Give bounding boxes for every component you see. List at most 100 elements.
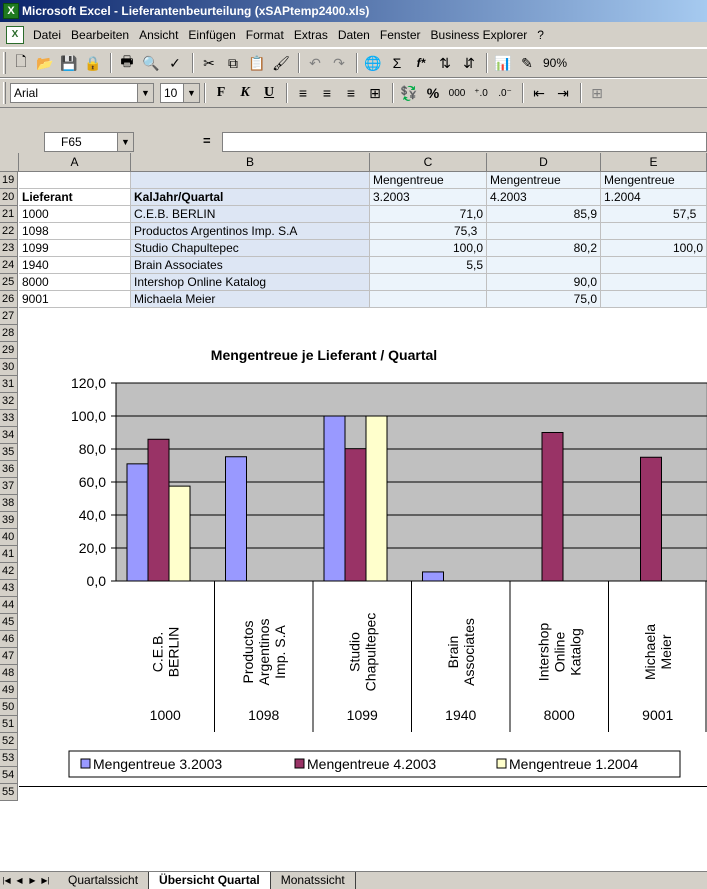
menu-business-explorer[interactable]: Business Explorer	[426, 28, 533, 42]
row-header-22[interactable]: 22	[0, 223, 18, 240]
thousands-button[interactable]: 000	[446, 82, 468, 104]
cell-a23[interactable]: 1099	[19, 240, 131, 257]
row-header-20[interactable]: 20	[0, 189, 18, 206]
cell-b20[interactable]: KalJahr/Quartal	[131, 189, 370, 206]
percent-button[interactable]: %	[422, 82, 444, 104]
select-all-corner[interactable]	[0, 153, 19, 172]
menu-ansicht[interactable]: Ansicht	[134, 28, 183, 42]
toolbar-grip[interactable]	[3, 82, 6, 104]
cell-d19[interactable]: Mengentreue	[487, 172, 601, 189]
row-header-28[interactable]: 28	[0, 325, 18, 342]
sheet-tab-monatssicht[interactable]: Monatssicht	[271, 872, 356, 889]
row-header-51[interactable]: 51	[0, 716, 18, 733]
cell-c25[interactable]	[370, 274, 487, 291]
cell-c20[interactable]: 3.2003	[370, 189, 487, 206]
last-sheet-icon[interactable]: ▶|	[39, 874, 52, 888]
undo-icon[interactable]: ↶	[304, 52, 326, 74]
cell-c23[interactable]: 100,0	[370, 240, 487, 257]
print-icon[interactable]: 🖶	[116, 52, 138, 74]
cell-a21[interactable]: 1000	[19, 206, 131, 223]
prev-sheet-icon[interactable]: ◀	[13, 874, 26, 888]
menu-bearbeiten[interactable]: Bearbeiten	[66, 28, 134, 42]
zoom-select[interactable]: 90%	[540, 53, 580, 73]
cell-d23[interactable]: 80,2	[487, 240, 601, 257]
row-header-54[interactable]: 54	[0, 767, 18, 784]
column-header-a[interactable]: A	[19, 153, 131, 172]
cell-b23[interactable]: Studio Chapultepec	[131, 240, 370, 257]
cell-b26[interactable]: Michaela Meier	[131, 291, 370, 308]
format-painter-icon[interactable]: 🖌	[270, 52, 292, 74]
column-header-d[interactable]: D	[487, 153, 601, 172]
column-header-c[interactable]: C	[370, 153, 487, 172]
toolbar-grip[interactable]	[3, 52, 6, 74]
row-header-33[interactable]: 33	[0, 410, 18, 427]
row-header-41[interactable]: 41	[0, 546, 18, 563]
cell-a24[interactable]: 1940	[19, 257, 131, 274]
row-header-21[interactable]: 21	[0, 206, 18, 223]
cell-e26[interactable]	[601, 291, 707, 308]
row-header-44[interactable]: 44	[0, 597, 18, 614]
menu-datei[interactable]: Datei	[28, 28, 66, 42]
cell-a19[interactable]	[19, 172, 131, 189]
column-header-b[interactable]: B	[131, 153, 370, 172]
cell-d20[interactable]: 4.2003	[487, 189, 601, 206]
menu-help[interactable]: ?	[532, 28, 549, 42]
function-icon[interactable]: f*	[410, 52, 432, 74]
row-header-40[interactable]: 40	[0, 529, 18, 546]
sheet-tab-uebersicht-quartal[interactable]: Übersicht Quartal	[149, 872, 271, 889]
chevron-down-icon[interactable]: ▼	[117, 133, 133, 151]
autosum-icon[interactable]: Σ	[386, 52, 408, 74]
row-header-36[interactable]: 36	[0, 461, 18, 478]
open-icon[interactable]: 📂	[34, 52, 56, 74]
drawing-icon[interactable]: ✎	[516, 52, 538, 74]
row-header-53[interactable]: 53	[0, 750, 18, 767]
row-header-48[interactable]: 48	[0, 665, 18, 682]
align-center-icon[interactable]: ≡	[316, 82, 338, 104]
bar-chart[interactable]: Mengentreue je Lieferant / Quartal 0,0 20…	[19, 336, 707, 787]
worksheet-grid[interactable]: A B C D E Mengentreue Mengentreue Mengen…	[0, 153, 707, 871]
row-header-45[interactable]: 45	[0, 614, 18, 631]
row-header-46[interactable]: 46	[0, 631, 18, 648]
increase-decimal-icon[interactable]: ⁺.0	[470, 82, 492, 104]
row-header-34[interactable]: 34	[0, 427, 18, 444]
formula-input[interactable]	[222, 132, 707, 152]
cell-d22[interactable]	[487, 223, 601, 240]
row-header-38[interactable]: 38	[0, 495, 18, 512]
cell-e19[interactable]: Mengentreue	[601, 172, 707, 189]
italic-button[interactable]: K	[234, 82, 256, 104]
cell-b22[interactable]: Productos Argentinos Imp. S.A	[131, 223, 370, 240]
cell-c19[interactable]: Mengentreue	[370, 172, 487, 189]
row-header-39[interactable]: 39	[0, 512, 18, 529]
cell-e22[interactable]	[601, 223, 707, 240]
cell-e23[interactable]: 100,0	[601, 240, 707, 257]
menu-extras[interactable]: Extras	[289, 28, 333, 42]
sort-descending-icon[interactable]: ⇵	[458, 52, 480, 74]
row-header-32[interactable]: 32	[0, 393, 18, 410]
row-header-43[interactable]: 43	[0, 580, 18, 597]
cell-c21[interactable]: 71,0	[370, 206, 487, 223]
align-right-icon[interactable]: ≡	[340, 82, 362, 104]
row-header-49[interactable]: 49	[0, 682, 18, 699]
cell-d24[interactable]	[487, 257, 601, 274]
column-header-e[interactable]: E	[601, 153, 707, 172]
menu-fenster[interactable]: Fenster	[375, 28, 426, 42]
cell-d25[interactable]: 90,0	[487, 274, 601, 291]
row-header-50[interactable]: 50	[0, 699, 18, 716]
decrease-decimal-icon[interactable]: .0⁻	[494, 82, 516, 104]
row-header-26[interactable]: 26	[0, 291, 18, 308]
name-box[interactable]: F65 ▼	[44, 132, 134, 152]
copy-icon[interactable]: ⧉	[222, 52, 244, 74]
cell-a26[interactable]: 9001	[19, 291, 131, 308]
row-header-29[interactable]: 29	[0, 342, 18, 359]
row-header-25[interactable]: 25	[0, 274, 18, 291]
cell-b21[interactable]: C.E.B. BERLIN	[131, 206, 370, 223]
first-sheet-icon[interactable]: |◀	[0, 874, 13, 888]
chevron-down-icon[interactable]: ▼	[183, 84, 199, 102]
row-header-19[interactable]: 19	[0, 172, 18, 189]
cell-e20[interactable]: 1.2004	[601, 189, 707, 206]
decrease-indent-icon[interactable]: ⇤	[528, 82, 550, 104]
spelling-icon[interactable]: ✓	[164, 52, 186, 74]
chevron-down-icon[interactable]: ▼	[137, 84, 153, 102]
menu-format[interactable]: Format	[241, 28, 289, 42]
row-header-55[interactable]: 55	[0, 784, 18, 801]
